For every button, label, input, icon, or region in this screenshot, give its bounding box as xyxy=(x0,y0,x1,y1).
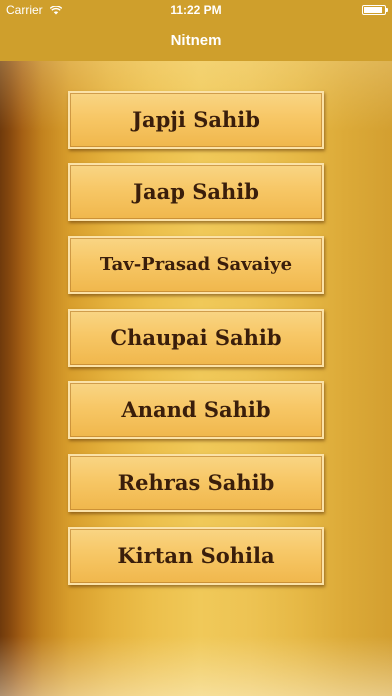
nav-bar: Nitnem xyxy=(0,20,392,61)
menu-content: Japji Sahib Jaap Sahib Tav-Prasad Savaiy… xyxy=(0,61,392,696)
status-bar: Carrier 11:22 PM xyxy=(0,0,392,20)
menu-item-anand-sahib[interactable]: Anand Sahib xyxy=(68,381,324,439)
menu-item-chaupai-sahib[interactable]: Chaupai Sahib xyxy=(68,309,324,367)
status-time: 11:22 PM xyxy=(170,3,222,17)
battery-level xyxy=(364,7,382,13)
menu-item-tav-prasad-savaiye[interactable]: Tav-Prasad Savaiye xyxy=(68,236,324,294)
menu-item-japji-sahib[interactable]: Japji Sahib xyxy=(68,91,324,149)
page-title: Nitnem xyxy=(170,32,222,49)
menu-item-rehras-sahib[interactable]: Rehras Sahib xyxy=(68,454,324,512)
menu-item-jaap-sahib[interactable]: Jaap Sahib xyxy=(68,163,324,221)
menu-item-kirtan-sohila[interactable]: Kirtan Sohila xyxy=(68,527,324,585)
battery-icon xyxy=(362,5,388,15)
